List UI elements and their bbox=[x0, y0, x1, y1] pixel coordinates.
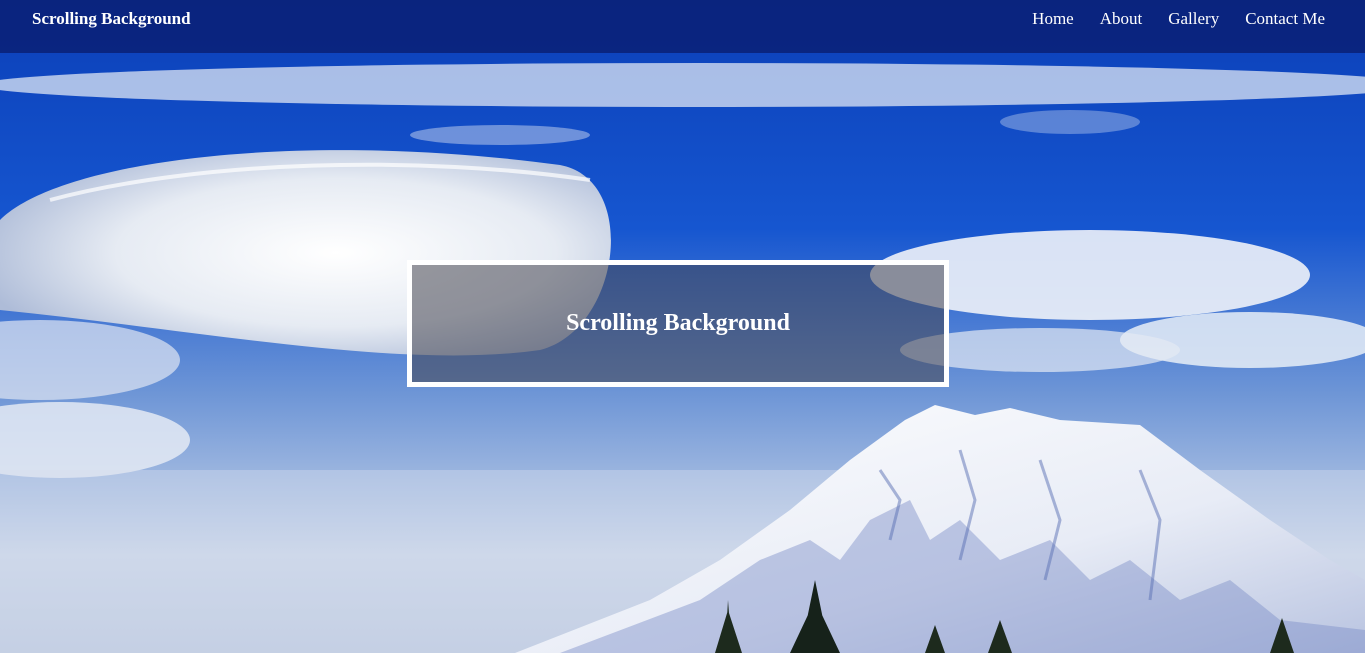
brand-link[interactable]: Scrolling Background bbox=[32, 9, 191, 29]
nav-link-home[interactable]: Home bbox=[1032, 9, 1074, 29]
nav-links: Home About Gallery Contact Me bbox=[1032, 9, 1325, 29]
navbar: Scrolling Background Home About Gallery … bbox=[0, 0, 1365, 53]
nav-link-about[interactable]: About bbox=[1100, 9, 1143, 29]
nav-link-gallery[interactable]: Gallery bbox=[1168, 9, 1219, 29]
nav-link-contact[interactable]: Contact Me bbox=[1245, 9, 1325, 29]
page: Scrolling Background Home About Gallery … bbox=[0, 0, 1365, 653]
hero-box: Scrolling Background bbox=[407, 260, 949, 387]
hero-title: Scrolling Background bbox=[566, 310, 790, 336]
